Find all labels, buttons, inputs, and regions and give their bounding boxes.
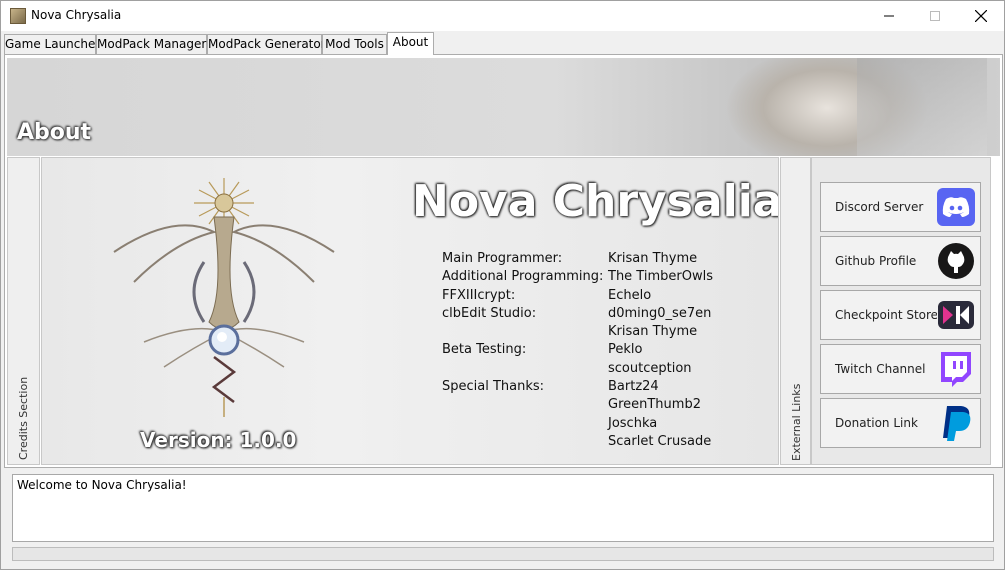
github-profile-label: Github Profile (835, 254, 917, 268)
discord-icon (937, 188, 975, 226)
window-title: Nova Chrysalia (31, 8, 122, 22)
paypal-icon (937, 404, 975, 442)
credit-name: Peklo (608, 342, 643, 358)
log-text: Welcome to Nova Chrysalia! (17, 478, 187, 492)
github-icon (937, 242, 975, 280)
checkpoint-store-icon (937, 296, 975, 334)
credit-name: Joschka (608, 415, 658, 431)
external-links-strip: External Links (780, 157, 811, 465)
banner-title: About (17, 120, 92, 145)
tab-modpack-generator[interactable]: ModPack Generator (207, 34, 326, 55)
credit-name: Echelo (608, 287, 652, 303)
twitch-channel-button[interactable]: Twitch Channel (820, 344, 981, 394)
github-profile-button[interactable]: Github Profile (820, 236, 981, 286)
app-icon (10, 8, 26, 24)
maximize-button[interactable] (912, 1, 958, 31)
version-label: Version: 1.0.0 (140, 428, 297, 452)
app-window: Nova Chrysalia Game Launcher ModPack Man… (0, 0, 1005, 570)
tab-game-launcher[interactable]: Game Launcher (4, 34, 100, 55)
title-bar: Nova Chrysalia (1, 1, 1004, 31)
twitch-channel-label: Twitch Channel (835, 362, 926, 376)
credits-section-strip: Credits Section (7, 157, 40, 465)
external-links-panel: Discord Server Github Profile Checkpoint… (811, 157, 991, 465)
credit-role: Main Programmer: (442, 251, 563, 266)
minimize-button[interactable] (866, 1, 912, 31)
credit-name: GreenThumb2 (608, 397, 701, 413)
tab-about[interactable]: About (387, 32, 434, 55)
banner-art-detail (857, 58, 987, 156)
log-output-box[interactable]: Welcome to Nova Chrysalia! (12, 474, 994, 542)
minimize-icon (884, 15, 894, 17)
discord-server-label: Discord Server (835, 200, 924, 214)
credit-role: clbEdit Studio: (442, 305, 537, 321)
donation-link-button[interactable]: Donation Link (820, 398, 981, 448)
credit-role: Special Thanks: (442, 379, 545, 395)
credit-name: scoutception (608, 360, 692, 376)
credit-name: Krisan Thyme (608, 324, 698, 340)
about-banner: About (7, 58, 1000, 156)
close-icon (975, 10, 987, 22)
credit-name: Scarlet Crusade (608, 433, 712, 449)
credit-name: Krisan Thyme (608, 251, 698, 266)
credit-role: Additional Programming: (442, 269, 604, 285)
credit-name: The TimberOwls (608, 269, 713, 285)
chrysalis-emblem-icon (113, 178, 335, 417)
progress-bar (12, 547, 994, 561)
donation-link-label: Donation Link (835, 416, 918, 430)
twitch-icon (937, 350, 975, 388)
maximize-icon (930, 11, 940, 21)
credits-section-label: Credits Section (17, 376, 30, 460)
tab-mod-tools[interactable]: Mod Tools (322, 34, 387, 55)
tab-modpack-manager[interactable]: ModPack Manager (96, 34, 207, 55)
external-links-label: External Links (790, 383, 803, 461)
credit-role: FFXIIIcrypt: (442, 287, 516, 303)
credits-panel: Version: 1.0.0 Nova Chrysalia Main Progr… (41, 157, 779, 465)
credit-name: Bartz24 (608, 379, 659, 395)
close-button[interactable] (958, 1, 1004, 31)
app-name-title: Nova Chrysalia (412, 176, 779, 227)
about-tab-content: About Credits Section Version: 1.0.0 Nov… (4, 54, 1003, 468)
checkpoint-store-label: Checkpoint Store (835, 308, 939, 322)
checkpoint-store-button[interactable]: Checkpoint Store (820, 290, 981, 340)
credit-role: Beta Testing: (442, 342, 527, 358)
discord-server-button[interactable]: Discord Server (820, 182, 981, 232)
credit-name: d0ming0_se7en (608, 305, 712, 321)
